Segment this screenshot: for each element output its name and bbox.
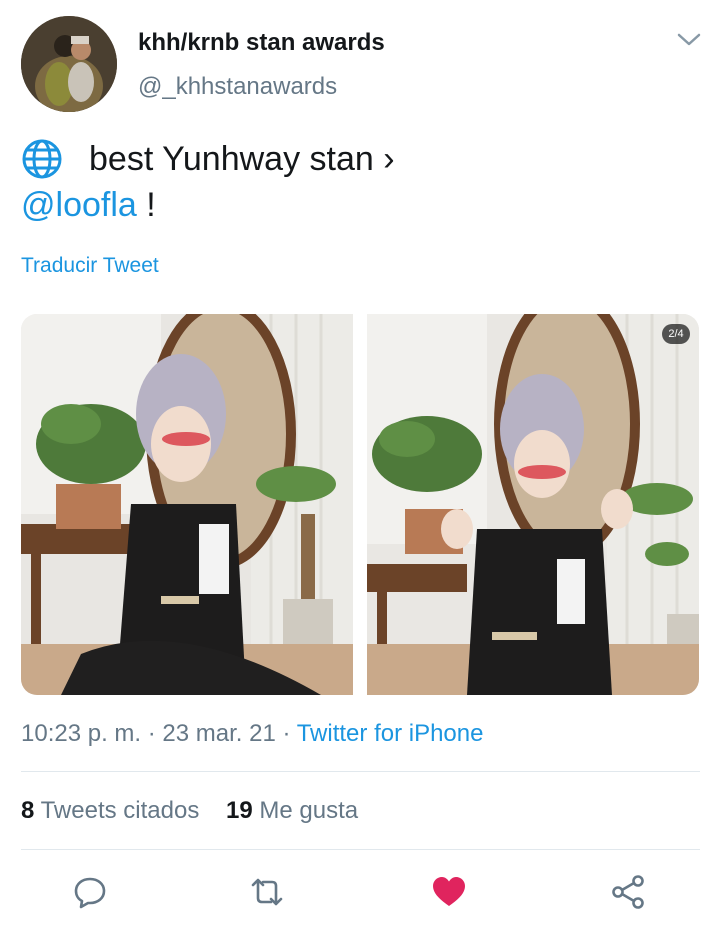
tweet-text-line1: best Yunhway stan ›: [21, 138, 395, 180]
reply-icon[interactable]: [72, 874, 108, 910]
quote-tweets-count: 8: [21, 797, 35, 824]
tweet-source-link[interactable]: Twitter for iPhone: [297, 720, 484, 747]
avatar[interactable]: [21, 16, 117, 112]
quote-tweets-stat[interactable]: 8 Tweets citados: [21, 797, 199, 824]
media-photo-2[interactable]: [367, 314, 699, 695]
heart-icon[interactable]: [431, 874, 467, 910]
tweet-meta: 10:23 p. m. · 23 mar. 21 · Twitter for i…: [21, 720, 483, 748]
tweet-time: 10:23 p. m.: [21, 720, 142, 747]
likes-label: Me gusta: [259, 797, 359, 824]
display-name[interactable]: khh/krnb stan awards: [138, 29, 385, 57]
translate-tweet-link[interactable]: Traducir Tweet: [21, 254, 159, 278]
media-photo-1[interactable]: [21, 314, 353, 695]
quote-tweets-label: Tweets citados: [40, 797, 200, 824]
tweet-text-suffix: !: [136, 186, 156, 224]
meta-separator: ·: [275, 720, 297, 747]
retweet-icon[interactable]: [249, 874, 285, 910]
tweet-date: 23 mar. 21: [162, 720, 276, 747]
share-icon[interactable]: [610, 874, 646, 910]
meta-separator: ·: [141, 720, 163, 747]
divider: [21, 849, 700, 850]
likes-count: 19: [226, 797, 253, 824]
chevron-down-icon[interactable]: [676, 30, 702, 50]
tweet-text: best Yunhway stan ›: [89, 139, 395, 178]
tweet-text-line2: @loofla !: [21, 186, 156, 225]
user-handle[interactable]: @_khhstanawards: [138, 73, 337, 101]
mention-link[interactable]: @loofla: [21, 186, 137, 224]
globe-icon: [22, 139, 62, 179]
tweet-stats: 8 Tweets citados 19 Me gusta: [21, 797, 358, 825]
likes-stat[interactable]: 19 Me gusta: [226, 797, 358, 824]
media-counter-badge: 2/4: [662, 324, 690, 344]
divider: [21, 771, 700, 772]
